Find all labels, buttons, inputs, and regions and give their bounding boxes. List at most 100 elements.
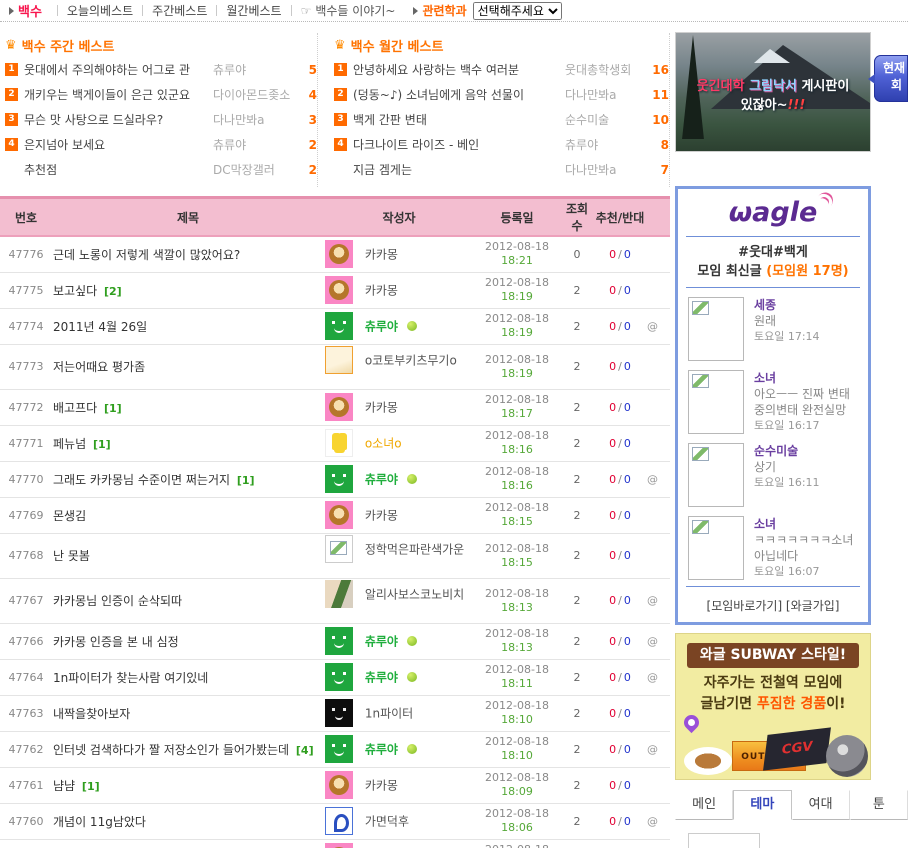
post-title-link[interactable]: 카카몽님 인증이 순삭되따 <box>53 594 182 608</box>
content-thumbnail[interactable] <box>688 833 760 848</box>
current-members-button[interactable]: 현재 회 <box>868 55 908 102</box>
author-name[interactable]: 카카몽 <box>365 401 398 415</box>
best-post-author: 순수미술 <box>565 113 610 127</box>
author-avatar[interactable] <box>325 465 353 493</box>
wagle-post[interactable]: 소녀 아오ㅡㅡ 진짜 변태중의변태 완전실망 토요일 16:17 <box>678 364 868 437</box>
subway-event-ad[interactable]: 와글 SUBWAY 스타일! 자주가는 전철역 모임에 글남기면 푸짐한 경품이… <box>675 633 871 780</box>
author-avatar[interactable] <box>325 240 353 269</box>
wagle-footer-links[interactable]: [모임바로가기] [와글가입] <box>678 590 868 614</box>
author-avatar[interactable] <box>325 843 353 848</box>
panel-tab[interactable]: 테마 <box>733 790 792 820</box>
wagle-post[interactable]: 소녀 ㅋㅋㅋㅋㅋㅋㅋ소녀아닙네다 토요일 16:07 <box>678 510 868 583</box>
author-avatar[interactable] <box>325 771 353 799</box>
table-row: 47766 카카몽 인증을 본 내 심정 츄루야 2012-08-18 18:1… <box>0 623 670 660</box>
board-title[interactable]: 백수 <box>18 1 42 20</box>
best-post-title[interactable]: 다크나이트 라이즈 - 베인 <box>353 136 565 153</box>
best-post-title[interactable]: 웃대에서 주의해야하는 어그로 관 <box>24 61 213 78</box>
weekly-best-item: 2 개키우는 백게이들이 은근 있군요 다이아몬드좆소 4 <box>5 82 317 107</box>
author-avatar[interactable] <box>325 699 353 727</box>
author-avatar[interactable] <box>325 579 353 608</box>
post-title-link[interactable]: 카카몽 인증을 본 내 심정 <box>53 635 179 649</box>
post-title-link[interactable]: 2011년 4월 26일 <box>53 320 147 334</box>
post-number: 47763 <box>0 695 52 732</box>
wagle-post-author[interactable]: 소녀 <box>754 370 860 386</box>
wagle-post[interactable]: 세종 원래 토요일 17:14 <box>678 291 868 364</box>
vote-count: 0/0 <box>594 578 646 624</box>
post-title-link[interactable]: 인터넷 검색하다가 짤 저장소인가 들어가봤는데 <box>53 743 289 757</box>
author-avatar[interactable] <box>325 345 353 374</box>
post-number: 47764 <box>0 659 52 696</box>
post-title-link[interactable]: 페뉴넘 <box>53 437 86 451</box>
best-post-title[interactable]: 지금 겜게는 <box>353 161 565 178</box>
post-title-link[interactable]: 1n파이터가 찾는사람 여기있네 <box>53 671 208 685</box>
post-title-link[interactable]: 보고싶다 <box>53 284 97 298</box>
nav-menu-item[interactable]: 오늘의베스트 <box>67 2 133 19</box>
table-row: 47770 그래도 카카몽님 수준이면 쩌는거지 [1] 츄루야 2012-08… <box>0 461 670 498</box>
drawing-board-ad-banner[interactable]: 웃긴대학 그림낙서 게시판이 있잖아~!!! <box>675 32 871 152</box>
post-title-link[interactable]: 배고프다 <box>53 401 97 415</box>
author-name[interactable]: 카카몽 <box>365 248 398 262</box>
best-post-title[interactable]: 무슨 맛 사탕으로 드실라우? <box>24 111 213 128</box>
author-avatar[interactable] <box>325 663 353 691</box>
nav-menu-item[interactable]: 주간베스트 <box>152 2 207 19</box>
author-avatar[interactable] <box>325 393 353 421</box>
post-title-link[interactable]: 저는어때요 평가좀 <box>53 360 145 374</box>
author-name[interactable]: 카카몽 <box>365 779 398 793</box>
author-name[interactable]: 카카몽 <box>365 284 398 298</box>
author-name[interactable]: 츄루야 <box>365 473 398 487</box>
post-title-link[interactable]: 그래도 카카몽님 수준이면 쩌는거지 <box>53 473 230 487</box>
post-title-link[interactable]: 몬생김 <box>53 509 86 523</box>
author-avatar[interactable] <box>325 627 353 655</box>
wagle-post-author[interactable]: 소녀 <box>754 516 860 532</box>
best-post-title[interactable]: (덩동~♪) 소녀님에게 음악 선물이 <box>353 86 565 103</box>
panel-tab[interactable]: 툰 <box>849 790 908 820</box>
author-avatar[interactable] <box>325 429 353 457</box>
wagle-logo[interactable]: ωagle <box>678 193 868 233</box>
table-row: 47771 페뉴넘 [1] o소녀o 2012-08-18 18:16 2 0 … <box>0 425 670 462</box>
author-name[interactable]: 츄루야 <box>365 320 398 334</box>
best-post-title[interactable]: 백게 간판 변태 <box>353 111 565 128</box>
panel-tab[interactable]: 메인 <box>675 790 734 820</box>
post-title-link[interactable]: 난 못봄 <box>53 549 90 563</box>
best-post-title[interactable]: 추천점 <box>24 161 213 178</box>
best-post-title[interactable]: 개키우는 백게이들이 은근 있군요 <box>24 86 213 103</box>
member-level-icon <box>406 321 417 331</box>
comment-count: [1] <box>104 401 122 415</box>
attachment-marker <box>646 533 670 579</box>
wagle-post-time: 토요일 16:11 <box>754 476 820 489</box>
wagle-post-author[interactable]: 순수미술 <box>754 443 820 459</box>
best-post-title[interactable]: 안녕하세요 사랑하는 백수 여러분 <box>353 61 565 78</box>
post-title-link[interactable]: 냠냠 <box>53 779 75 793</box>
post-title-link[interactable]: 개념이 11g남았다 <box>53 815 146 829</box>
monthly-best-item: 지금 겜게는 다나만봐a 7 <box>334 157 669 182</box>
best-post-title[interactable]: 은지넘아 보세요 <box>24 136 213 153</box>
post-thumbnail <box>688 370 744 434</box>
author-name[interactable]: 츄루야 <box>365 635 398 649</box>
nav-menu-item[interactable]: 월간베스트 <box>226 2 281 19</box>
post-title-link[interactable]: 내짝을찾아보자 <box>53 707 130 721</box>
author-avatar[interactable] <box>325 735 353 763</box>
author-avatar[interactable] <box>325 807 353 835</box>
author-name[interactable]: o소녀o <box>365 437 402 451</box>
board-story-link[interactable]: 백수들 이야기~ <box>315 2 395 19</box>
author-avatar[interactable] <box>325 534 353 563</box>
author-avatar[interactable] <box>325 501 353 529</box>
author-name[interactable]: 가면덕후 <box>365 815 409 829</box>
author-name[interactable]: 1n파이터 <box>365 707 413 721</box>
author-name[interactable]: 카카몽 <box>365 509 398 523</box>
author-name[interactable]: 츄루야 <box>365 671 398 685</box>
author-avatar[interactable] <box>325 312 353 340</box>
related-dept-select[interactable]: 선택해주세요 <box>472 1 562 20</box>
wagle-post-author[interactable]: 세종 <box>754 297 820 313</box>
wagle-post[interactable]: 순수미술 상기 토요일 16:11 <box>678 437 868 510</box>
author-avatar[interactable] <box>325 276 353 304</box>
post-title-link[interactable]: 근데 노롱이 저렇게 색깔이 많았어요? <box>53 248 240 262</box>
panel-tab[interactable]: 여대 <box>791 790 850 820</box>
arrow-icon <box>413 6 419 15</box>
author-name[interactable]: 정학먹은파란색가운 <box>365 542 464 556</box>
author-name[interactable]: 츄루야 <box>365 743 398 757</box>
author-name[interactable]: 알리사보스코노비치 <box>365 587 464 601</box>
author-name[interactable]: o코토부키츠무기o <box>365 353 457 367</box>
table-row: 47760 개념이 11g남았다 가면덕후 2012-08-18 18:06 2… <box>0 803 670 840</box>
attachment-marker <box>646 344 670 390</box>
